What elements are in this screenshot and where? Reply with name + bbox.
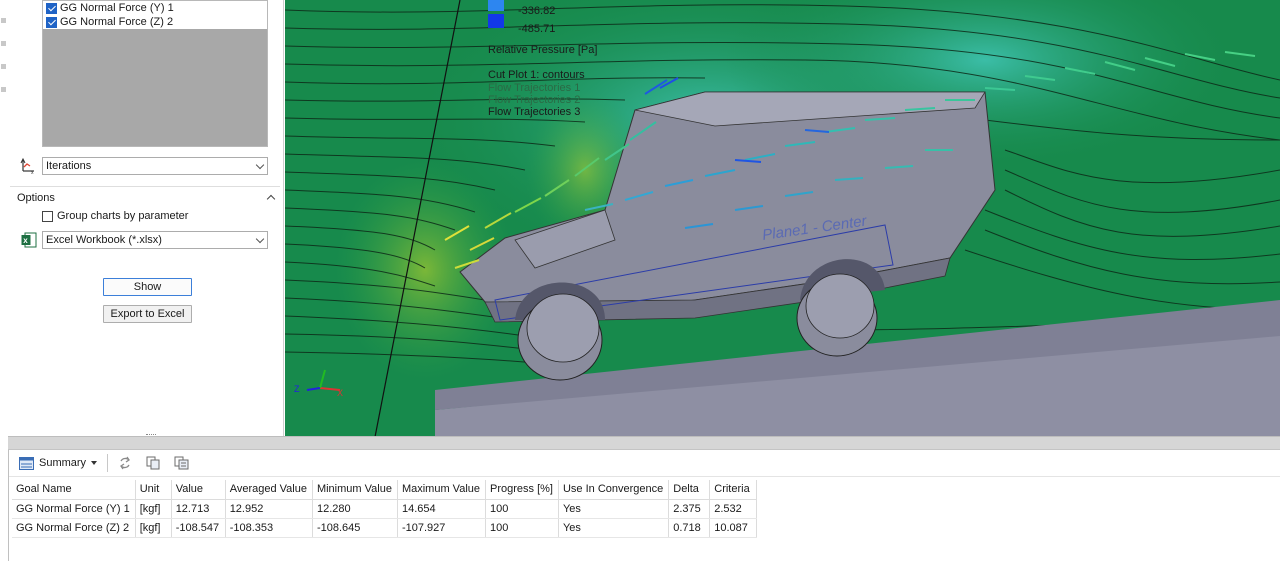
tool-icon[interactable] <box>1 64 6 69</box>
goal-label: GG Normal Force (Z) 2 <box>60 16 174 28</box>
table-cell: [kgf] <box>135 499 172 519</box>
summary-dropdown[interactable]: Summary <box>15 453 101 473</box>
column-header[interactable]: Unit <box>135 480 172 500</box>
legend-swatch <box>488 0 504 11</box>
options-header[interactable]: Options <box>10 186 280 208</box>
table-cell: 100 <box>485 518 559 538</box>
legend-swatch <box>488 14 504 28</box>
table-cell: 10.087 <box>709 518 758 538</box>
excel-icon: x <box>21 232 37 248</box>
table-cell: GG Normal Force (Z) 2 <box>12 518 136 538</box>
table-cell: -107.927 <box>397 518 487 538</box>
goal-results-panel: Summary Goal Name Unit Value Averaged Va… <box>8 450 1280 561</box>
svg-text:x: x <box>23 236 28 245</box>
group-charts-option[interactable]: Group charts by parameter <box>42 209 188 223</box>
table-cell: -108.547 <box>171 518 226 538</box>
column-header[interactable]: Goal Name <box>12 480 136 500</box>
tool-icon[interactable] <box>1 18 6 23</box>
column-header[interactable]: Minimum Value <box>312 480 398 500</box>
file-format-select[interactable]: Excel Workbook (*.xlsx) <box>42 231 268 249</box>
table-cell: 12.280 <box>312 499 398 519</box>
table-row[interactable]: GG Normal Force (Y) 1 [kgf] 12.713 12.95… <box>12 499 758 519</box>
table-cell: 12.713 <box>171 499 226 519</box>
refresh-icon <box>120 456 130 470</box>
goal-label: GG Normal Force (Y) 1 <box>60 2 174 14</box>
table-cell: Yes <box>558 499 670 519</box>
table-cell: GG Normal Force (Y) 1 <box>12 499 136 519</box>
feature-label: Cut Plot 1: contours <box>488 69 585 81</box>
table-cell: 12.952 <box>225 499 313 519</box>
x-axis-select[interactable]: Iterations <box>42 157 268 175</box>
column-header[interactable]: Delta <box>668 480 711 500</box>
table-row[interactable]: GG Normal Force (Z) 2 [kgf] -108.547 -10… <box>12 518 758 538</box>
copy-icon <box>146 456 160 470</box>
table-cell: [kgf] <box>135 518 172 538</box>
icon-strip <box>0 0 8 130</box>
goal-item[interactable]: GG Normal Force (Z) 2 <box>43 15 267 29</box>
tool-icon[interactable] <box>1 41 6 46</box>
summary-icon <box>19 456 34 470</box>
copy-button[interactable] <box>142 453 164 473</box>
column-header[interactable]: Maximum Value <box>397 480 487 500</box>
legend-title: Relative Pressure [Pa] <box>488 44 598 56</box>
table-cell: 2.375 <box>668 499 711 519</box>
table-cell: 0.718 <box>668 518 711 538</box>
axis-icon: x <box>20 157 34 175</box>
legend-value: -485.71 <box>518 23 556 35</box>
goal-checkbox[interactable] <box>46 2 57 14</box>
chevron-down-icon <box>255 234 265 243</box>
flow-simulation-scene: Plane1 - Center Z X <box>285 0 1280 437</box>
table-cell: 100 <box>485 499 559 519</box>
summary-label: Summary <box>39 457 87 469</box>
table-cell: -108.645 <box>312 518 398 538</box>
table-cell: -108.353 <box>225 518 313 538</box>
show-button[interactable]: Show <box>103 278 192 296</box>
splitter-grip-icon[interactable] <box>146 434 156 437</box>
table-cell: 2.532 <box>709 499 758 519</box>
legend-value: -336.82 <box>518 5 556 17</box>
column-header[interactable]: Value <box>171 480 226 500</box>
column-header[interactable]: Criteria <box>709 480 758 500</box>
table-cell: 14.654 <box>397 499 487 519</box>
column-header[interactable]: Use In Convergence <box>558 480 670 500</box>
copy-all-button[interactable] <box>170 453 193 473</box>
tool-icon[interactable] <box>1 87 6 92</box>
graphics-viewport[interactable]: Plane1 - Center Z X -336.82 -485.71 Rela… <box>285 0 1280 437</box>
goal-item[interactable]: GG Normal Force (Y) 1 <box>43 1 267 15</box>
column-header[interactable]: Averaged Value <box>225 480 313 500</box>
refresh-button[interactable] <box>114 453 136 473</box>
panel-splitter[interactable] <box>8 434 1280 450</box>
copy-all-icon <box>174 456 189 470</box>
goals-list[interactable]: GG Normal Force (Y) 1 GG Normal Force (Z… <box>42 0 268 147</box>
goals-results-table: Goal Name Unit Value Averaged Value Mini… <box>12 480 758 538</box>
chevron-down-icon <box>255 160 265 169</box>
table-cell: Yes <box>558 518 670 538</box>
goal-checkbox[interactable] <box>46 16 57 28</box>
table-header-row: Goal Name Unit Value Averaged Value Mini… <box>12 480 758 500</box>
feature-label: Flow Trajectories 2 <box>488 94 581 106</box>
x-axis-select-value: Iterations <box>46 160 92 172</box>
feature-label: Flow Trajectories 1 <box>488 82 581 94</box>
results-toolbar: Summary <box>9 450 1280 477</box>
group-charts-label: Group charts by parameter <box>57 210 189 222</box>
group-charts-checkbox[interactable] <box>42 210 53 222</box>
toolbar-separator <box>107 454 109 472</box>
feature-label: Flow Trajectories 3 <box>488 106 581 118</box>
chevron-up-icon[interactable] <box>266 194 276 204</box>
file-format-value: Excel Workbook (*.xlsx) <box>46 234 162 246</box>
goal-plot-panel: GG Normal Force (Y) 1 GG Normal Force (Z… <box>0 0 284 436</box>
triad-z-label: Z <box>294 384 300 394</box>
column-header[interactable]: Progress [%] <box>485 480 559 500</box>
options-title: Options <box>17 191 55 204</box>
triad-x-label: X <box>337 388 343 398</box>
export-to-excel-button[interactable]: Export to Excel <box>103 305 192 323</box>
caret-down-icon <box>91 461 98 465</box>
